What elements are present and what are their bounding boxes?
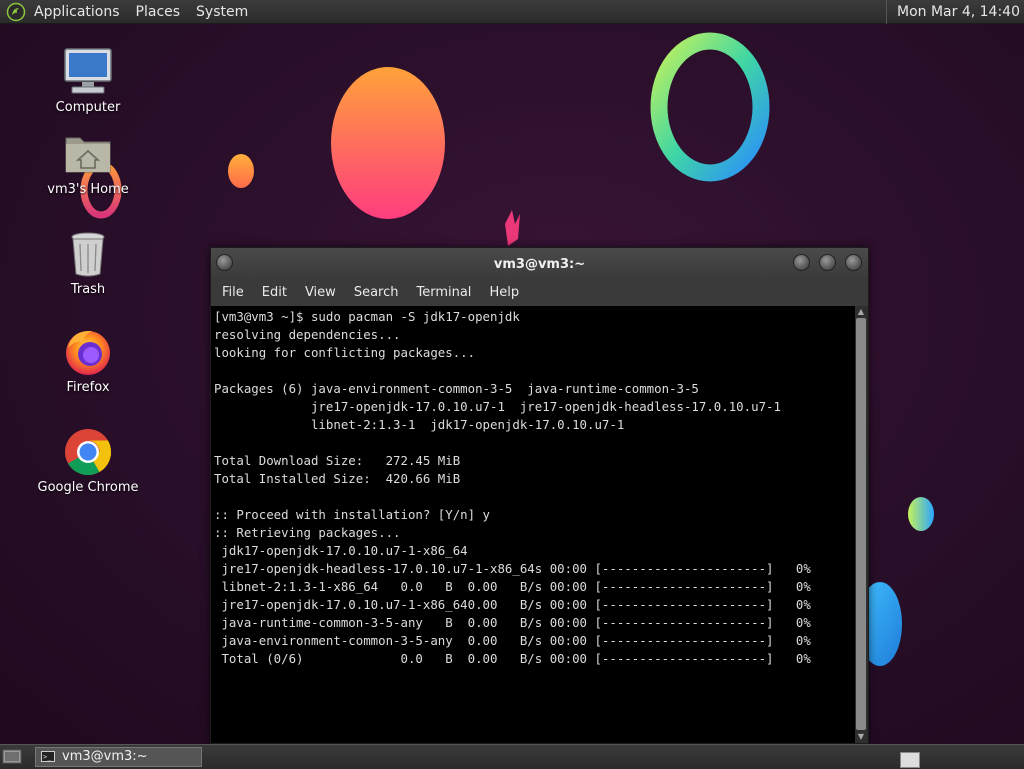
terminal-menubar: File Edit View Search Terminal Help — [211, 280, 868, 306]
scrollbar-thumb[interactable] — [856, 318, 866, 730]
terminal-line: Packages (6) java-environment-common-3-5… — [214, 381, 699, 396]
menu-terminal[interactable]: Terminal — [407, 280, 480, 306]
terminal-line: resolving dependencies... — [214, 327, 401, 342]
menu-edit[interactable]: Edit — [253, 280, 296, 306]
menu-system[interactable]: System — [188, 0, 256, 24]
menu-places[interactable]: Places — [128, 0, 189, 24]
terminal-line: libnet-2:1.3-1-x86_64 0.0 B 0.00 B/s 00:… — [214, 579, 811, 594]
terminal-line: looking for conflicting packages... — [214, 345, 476, 360]
maximize-button[interactable] — [819, 254, 836, 271]
scroll-up-arrow-icon[interactable]: ▲ — [856, 307, 866, 317]
terminal-line: :: Retrieving packages... — [214, 525, 401, 540]
desktop-icon-firefox[interactable]: Firefox — [33, 326, 143, 395]
chrome-icon — [65, 429, 112, 476]
terminal-line: [vm3@vm3 ~]$ sudo pacman -S jdk17-openjd… — [214, 309, 520, 324]
terminal-line: jre17-openjdk-headless-17.0.10.u7-1-x86_… — [214, 561, 811, 576]
desktop-icon-label: Firefox — [66, 380, 110, 395]
window-title: vm3@vm3:~ — [493, 256, 586, 272]
bottom-panel: >_ vm3@vm3:~ — [0, 744, 1024, 769]
terminal-line: java-environment-common-3-5-any 0.00 B/s… — [214, 633, 811, 648]
desktop-icon-label: vm3's Home — [47, 182, 129, 197]
desktop-icon-label: Google Chrome — [37, 480, 139, 495]
terminal-scrollbar[interactable]: ▲ ▼ — [855, 306, 867, 743]
terminal-titlebar[interactable]: vm3@vm3:~ — [211, 248, 868, 280]
menu-view[interactable]: View — [296, 280, 345, 306]
minimize-button[interactable] — [793, 254, 810, 271]
trash-icon — [71, 232, 105, 277]
desktop-icon-chrome[interactable]: Google Chrome — [33, 426, 143, 495]
terminal-line: Total Download Size: 272.45 MiB — [214, 453, 461, 468]
terminal-line: Total (0/6) 0.0 B 0.00 B/s 00:00 [------… — [214, 651, 811, 666]
terminal-line: Total Installed Size: 420.66 MiB — [214, 471, 461, 486]
monitor-icon — [64, 48, 112, 94]
scroll-down-arrow-icon[interactable]: ▼ — [856, 732, 866, 742]
close-button[interactable] — [845, 254, 862, 271]
terminal-line: :: Proceed with installation? [Y/n] y — [214, 507, 491, 522]
terminal-line: libnet-2:1.3-1 jdk17-openjdk-17.0.10.u7-… — [214, 417, 625, 432]
panel-clock[interactable]: Mon Mar 4, 14:40 — [886, 0, 1020, 24]
top-panel: Applications Places System Mon Mar 4, 14… — [0, 0, 1024, 24]
desktop-icon-label: Computer — [55, 100, 121, 115]
terminal-line: jre17-openjdk-17.0.10.u7-1 jre17-openjdk… — [214, 399, 781, 414]
desktop-icon-label: Trash — [70, 282, 106, 297]
menu-applications[interactable]: Applications — [26, 0, 128, 24]
terminal-line: jre17-openjdk-17.0.10.u7-1-x86_640.00 B/… — [214, 597, 811, 612]
home-folder-icon — [65, 137, 111, 173]
show-desktop-icon[interactable] — [2, 748, 22, 765]
terminal-line: java-runtime-common-3-5-any B 0.00 B/s 0… — [214, 615, 811, 630]
terminal-window[interactable]: vm3@vm3:~ File Edit View Search Terminal… — [210, 247, 869, 744]
desktop-icon-trash[interactable]: Trash — [33, 228, 143, 297]
menu-file[interactable]: File — [213, 280, 253, 306]
desktop-icon-computer[interactable]: Computer — [33, 46, 143, 115]
taskbar-button-label: vm3@vm3:~ — [62, 749, 148, 764]
menu-help[interactable]: Help — [480, 280, 528, 306]
firefox-icon — [66, 330, 110, 375]
menu-search[interactable]: Search — [345, 280, 408, 306]
workspace-switcher[interactable] — [900, 752, 920, 768]
mate-logo-icon[interactable] — [6, 2, 26, 22]
terminal-line: jdk17-openjdk-17.0.10.u7-1-x86_64 — [214, 543, 468, 558]
terminal-icon: >_ — [41, 751, 55, 762]
window-menu-button[interactable] — [216, 254, 233, 271]
terminal-output[interactable]: [vm3@vm3 ~]$ sudo pacman -S jdk17-openjd… — [211, 306, 856, 743]
desktop-icon-home[interactable]: vm3's Home — [33, 128, 143, 197]
taskbar-button-terminal[interactable]: >_ vm3@vm3:~ — [35, 747, 202, 767]
